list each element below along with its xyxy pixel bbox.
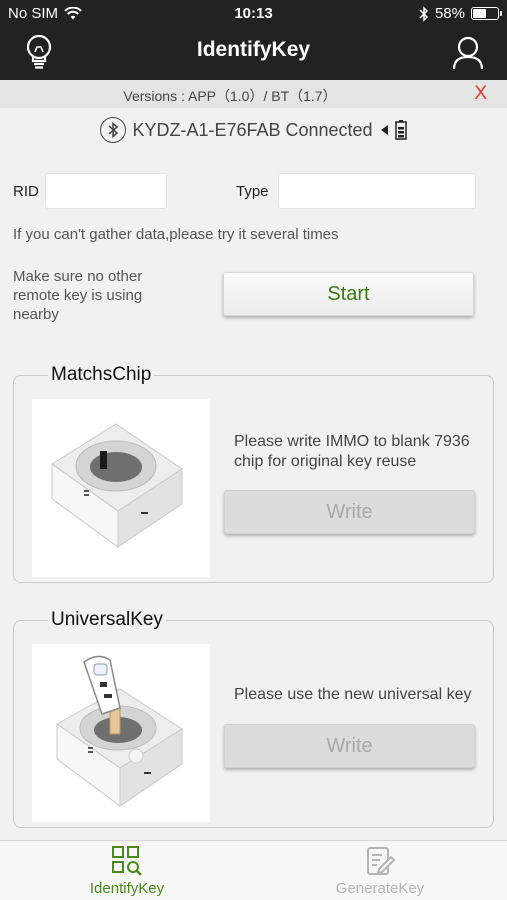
device-name: KYDZ-A1-E76FAB Connected [132,119,373,140]
matchschip-description: Please write IMMO to blank 7936 chip for… [234,433,470,470]
status-right: 58% [419,5,502,22]
page-title: IdentifyKey [196,38,311,61]
panel-title-universalkey: UniversalKey [48,609,166,631]
tab-identifykey-label: IdentifyKey [89,880,165,897]
write-chip-button[interactable]: Write [224,490,475,534]
battery-percent: 58% [434,5,465,22]
nearby-key-note: Make sure no other remote key is using n… [13,268,143,323]
user-icon[interactable] [451,35,485,71]
chip-device-image [32,399,210,577]
version-text: Versions : APP（1.0）/ BT（1.7） [123,88,337,104]
type-input[interactable] [278,173,476,209]
grid-search-icon [112,846,142,876]
start-button[interactable]: Start [223,272,474,316]
app-header: No SIM 10:13 58% IdentifyKey [0,0,507,80]
speaker-icon [380,125,388,135]
universalkey-description: Please use the new universal key [234,686,472,703]
rid-input[interactable] [45,173,167,209]
bluetooth-status-icon [419,5,429,22]
panel-title-matchschip: MatchsChip [48,364,155,386]
battery-level-fill [473,9,486,18]
tab-generatekey-label: GenerateKey [335,880,425,897]
bottom-tab-bar: IdentifyKey GenerateKey [0,840,507,900]
edit-document-icon [367,847,396,875]
battery-icon [471,7,502,20]
tab-identifykey[interactable]: IdentifyKey [67,845,187,897]
universalkey-panel: UniversalKey Please use the new universa… [13,609,494,828]
tab-generatekey[interactable]: GenerateKey [320,845,440,897]
status-bar: No SIM 10:13 58% [0,0,507,28]
matchschip-panel: MatchsChip Please write IMMO to blank 79… [13,364,494,583]
device-battery-icon [394,120,407,140]
device-status-row: KYDZ-A1-E76FAB Connected [0,116,507,144]
rid-label: RID [13,183,39,200]
close-version-button[interactable]: X [474,83,487,105]
type-label: Type [236,183,269,200]
version-bar: Versions : APP（1.0）/ BT（1.7） X [0,80,507,108]
bluetooth-icon [100,117,127,143]
gather-tip: If you can't gather data,please try it s… [13,226,339,243]
universal-key-image [32,644,210,822]
write-universal-key-button[interactable]: Write [224,724,475,768]
